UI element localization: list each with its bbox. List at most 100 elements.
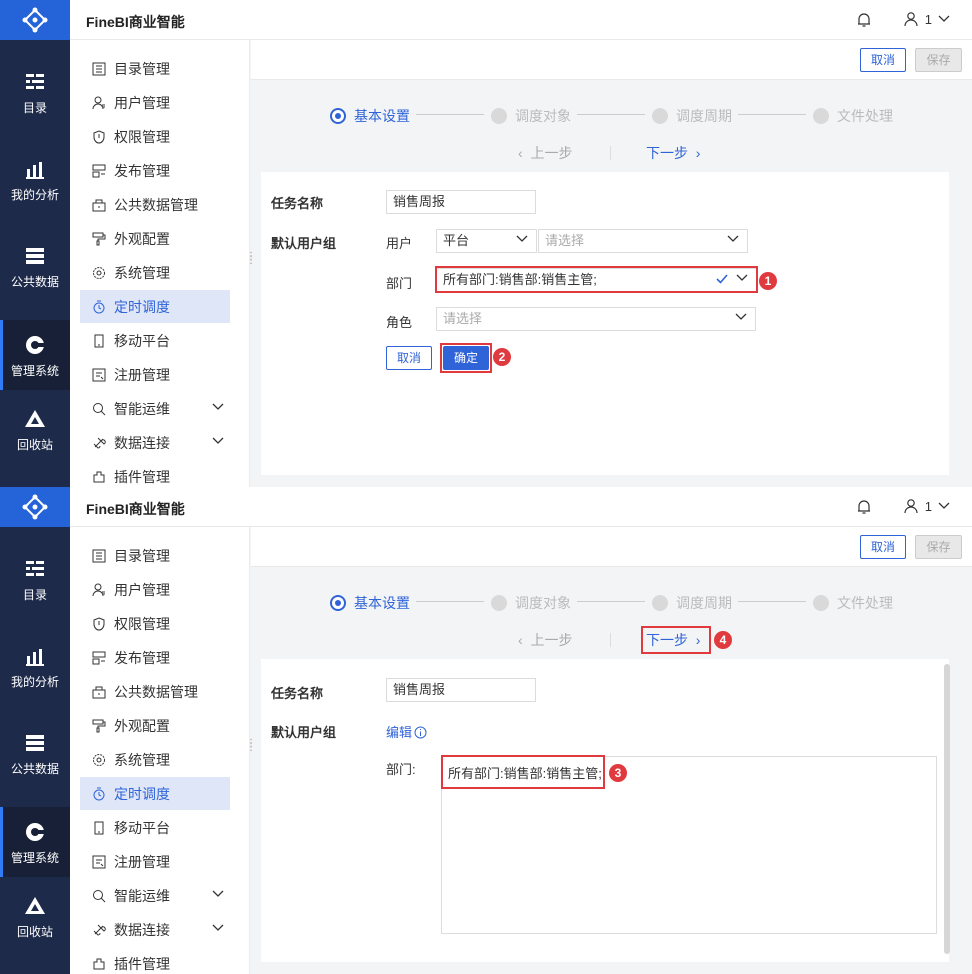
next-step-link[interactable]: 下一步 › — [646, 143, 700, 163]
menu-item-mobile[interactable]: 移动平台 — [80, 324, 230, 357]
edit-link[interactable]: 编辑 — [386, 722, 427, 741]
dept-label: 部门 — [386, 276, 413, 291]
step-basic[interactable]: 基本设置 — [330, 106, 410, 126]
step-connector — [738, 601, 806, 602]
menu-item-label: 发布管理 — [114, 162, 170, 179]
user-select-placeholder: 请选择 — [545, 233, 585, 248]
app-logo[interactable] — [0, 0, 70, 40]
rail-item-recycle[interactable]: 回收站 — [0, 394, 70, 464]
menu-item-users[interactable]: 用户管理 — [80, 86, 230, 119]
menu-item-ops[interactable]: 智能运维 — [80, 879, 230, 912]
menu-item-label: 注册管理 — [114, 853, 170, 870]
save-button[interactable]: 保存 — [915, 48, 962, 72]
admin-icon — [26, 823, 44, 841]
menu-item-appearance[interactable]: 外观配置 — [80, 222, 230, 255]
menu-item-label: 目录管理 — [114, 60, 170, 77]
menu-item-register[interactable]: 注册管理 — [80, 845, 230, 878]
list-icon — [92, 62, 106, 75]
menu-item-plugins[interactable]: 插件管理 — [80, 460, 230, 487]
menu-item-permissions[interactable]: 权限管理 — [80, 120, 230, 153]
highlight-box — [435, 266, 758, 293]
menu-item-publish[interactable]: 发布管理 — [80, 641, 230, 674]
nav-divider — [610, 633, 611, 647]
role-select[interactable]: 请选择 — [436, 307, 756, 331]
public-data-icon — [26, 735, 44, 751]
menu-item-register[interactable]: 注册管理 — [80, 358, 230, 391]
task-name-input[interactable]: 销售周报 — [386, 678, 536, 702]
menu-item-public-data[interactable]: 公共数据管理 — [80, 188, 230, 221]
task-toolbar: 取消 保存 — [251, 527, 972, 567]
menu-item-label: 数据连接 — [114, 921, 170, 938]
menu-item-catalog[interactable]: 目录管理 — [80, 539, 230, 572]
menu-item-data-connection[interactable]: 数据连接 — [80, 426, 230, 459]
cancel-button[interactable]: 取消 — [860, 535, 906, 559]
menu-item-data-connection[interactable]: 数据连接 — [80, 913, 230, 946]
prev-step-link[interactable]: ‹ 上一步 — [518, 143, 572, 163]
admin-menu: 目录管理 用户管理 权限管理 发布管理 公共数据管理 外观配置 系统管理 定时调… — [70, 40, 250, 487]
rail-item-admin[interactable]: 管理系统 — [0, 807, 70, 877]
user-menu[interactable]: 1 — [903, 11, 950, 27]
menu-item-schedule[interactable]: 定时调度 — [80, 777, 230, 810]
step-label: 调度周期 — [676, 595, 732, 611]
step-file[interactable]: 文件处理 — [813, 593, 893, 613]
highlight-box — [641, 626, 711, 654]
task-name-input[interactable]: 销售周报 — [386, 190, 536, 214]
menu-item-publish[interactable]: 发布管理 — [80, 154, 230, 187]
left-rail: 目录 我的分析 公共数据 管理系统 回收站 — [0, 487, 70, 974]
prev-step-link[interactable]: ‹ 上一步 — [518, 630, 572, 650]
menu-item-system[interactable]: 系统管理 — [80, 743, 230, 776]
user-select[interactable]: 请选择 — [538, 229, 748, 253]
user-menu[interactable]: 1 — [903, 498, 950, 514]
form-cancel-button[interactable]: 取消 — [386, 346, 432, 370]
vertical-scrollbar[interactable] — [944, 664, 950, 954]
catalog-icon — [26, 74, 44, 89]
panel-splitter-handle[interactable]: ⋮ ⋮ — [246, 739, 256, 753]
clock-icon — [93, 300, 105, 313]
rail-item-public-data[interactable]: 公共数据 — [0, 718, 70, 788]
chevron-down-icon — [938, 15, 950, 22]
menu-item-label: 智能运维 — [114, 400, 170, 417]
cancel-button[interactable]: 取消 — [860, 48, 906, 72]
step-badge: 4 — [714, 631, 732, 649]
step-basic[interactable]: 基本设置 — [330, 593, 410, 613]
menu-item-appearance[interactable]: 外观配置 — [80, 709, 230, 742]
menu-item-label: 插件管理 — [114, 468, 170, 485]
step-period[interactable]: 调度周期 — [652, 106, 732, 126]
step-label: 文件处理 — [837, 595, 893, 611]
menu-item-catalog[interactable]: 目录管理 — [80, 52, 230, 85]
catalog-icon — [26, 561, 44, 576]
rail-item-analysis[interactable]: 我的分析 — [0, 631, 70, 701]
step-connector — [577, 114, 645, 115]
bell-icon[interactable] — [856, 12, 872, 28]
app-logo[interactable] — [0, 487, 70, 527]
rail-item-label: 我的分析 — [10, 188, 59, 202]
step-file[interactable]: 文件处理 — [813, 106, 893, 126]
rail-item-recycle[interactable]: 回收站 — [0, 881, 70, 951]
bell-icon[interactable] — [856, 499, 872, 515]
menu-item-public-data[interactable]: 公共数据管理 — [80, 675, 230, 708]
step-target[interactable]: 调度对象 — [491, 106, 571, 126]
edit-label: 编辑 — [386, 725, 413, 740]
menu-item-label: 用户管理 — [114, 581, 170, 598]
menu-item-ops[interactable]: 智能运维 — [80, 392, 230, 425]
menu-item-label: 系统管理 — [114, 264, 170, 281]
menu-item-permissions[interactable]: 权限管理 — [80, 607, 230, 640]
chevron-down-icon — [516, 235, 528, 242]
step-dot-icon — [491, 108, 507, 124]
menu-item-system[interactable]: 系统管理 — [80, 256, 230, 289]
menu-item-users[interactable]: 用户管理 — [80, 573, 230, 606]
step-period[interactable]: 调度周期 — [652, 593, 732, 613]
menu-item-mobile[interactable]: 移动平台 — [80, 811, 230, 844]
platform-select[interactable]: 平台 — [436, 229, 537, 253]
menu-item-plugins[interactable]: 插件管理 — [80, 947, 230, 974]
menu-item-schedule[interactable]: 定时调度 — [80, 290, 230, 323]
step-badge: 3 — [609, 764, 627, 782]
rail-item-analysis[interactable]: 我的分析 — [0, 144, 70, 214]
save-button[interactable]: 保存 — [915, 535, 962, 559]
step-target[interactable]: 调度对象 — [491, 593, 571, 613]
rail-item-public-data[interactable]: 公共数据 — [0, 231, 70, 301]
rail-item-admin[interactable]: 管理系统 — [0, 320, 70, 390]
panel-splitter-handle[interactable]: ⋮ ⋮ — [246, 252, 256, 266]
rail-item-catalog[interactable]: 目录 — [0, 544, 70, 614]
rail-item-catalog[interactable]: 目录 — [0, 57, 70, 127]
